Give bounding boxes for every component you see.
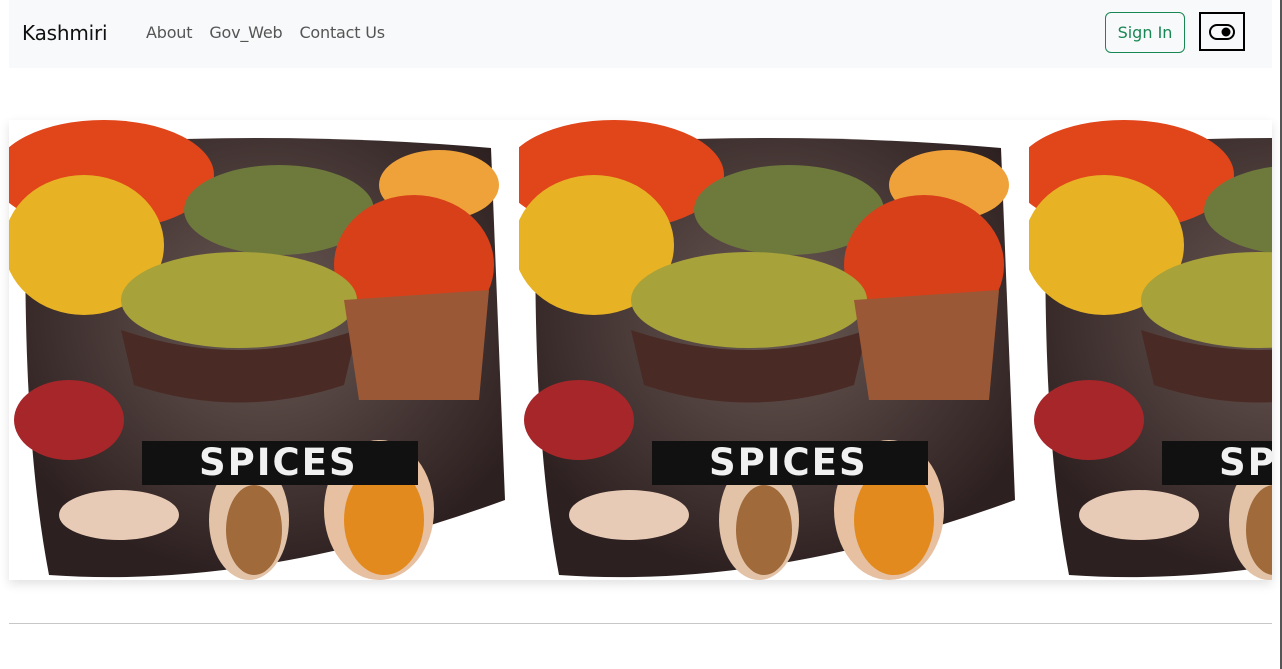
- theme-toggle-button[interactable]: [1199, 12, 1245, 51]
- nav-link-about[interactable]: About: [146, 23, 193, 42]
- nav-links: About Gov_Web Contact Us: [146, 23, 385, 42]
- nav-link-contact-us[interactable]: Contact Us: [299, 23, 385, 42]
- footer-divider: [9, 623, 1272, 624]
- brand-logo-text[interactable]: Kashmiri: [22, 21, 108, 45]
- carousel-slide[interactable]: SPICES: [519, 120, 1019, 580]
- toggle-switch-icon: [1209, 23, 1235, 40]
- spices-image: [1029, 120, 1272, 580]
- slide-caption: SPICES: [142, 441, 418, 485]
- navbar: Kashmiri About Gov_Web Contact Us Sign I…: [9, 0, 1272, 68]
- carousel-slide[interactable]: SPICES: [9, 120, 509, 580]
- carousel-slide[interactable]: SPICES: [1029, 120, 1272, 580]
- spices-image: [519, 120, 1015, 580]
- slide-caption: SPICES: [1162, 441, 1272, 485]
- nav-link-gov-web[interactable]: Gov_Web: [209, 23, 282, 42]
- spices-image: [9, 120, 505, 580]
- spices-carousel[interactable]: SPICES SPICES SP: [9, 120, 1272, 580]
- slide-caption: SPICES: [652, 441, 928, 485]
- sign-in-button[interactable]: Sign In: [1105, 12, 1185, 53]
